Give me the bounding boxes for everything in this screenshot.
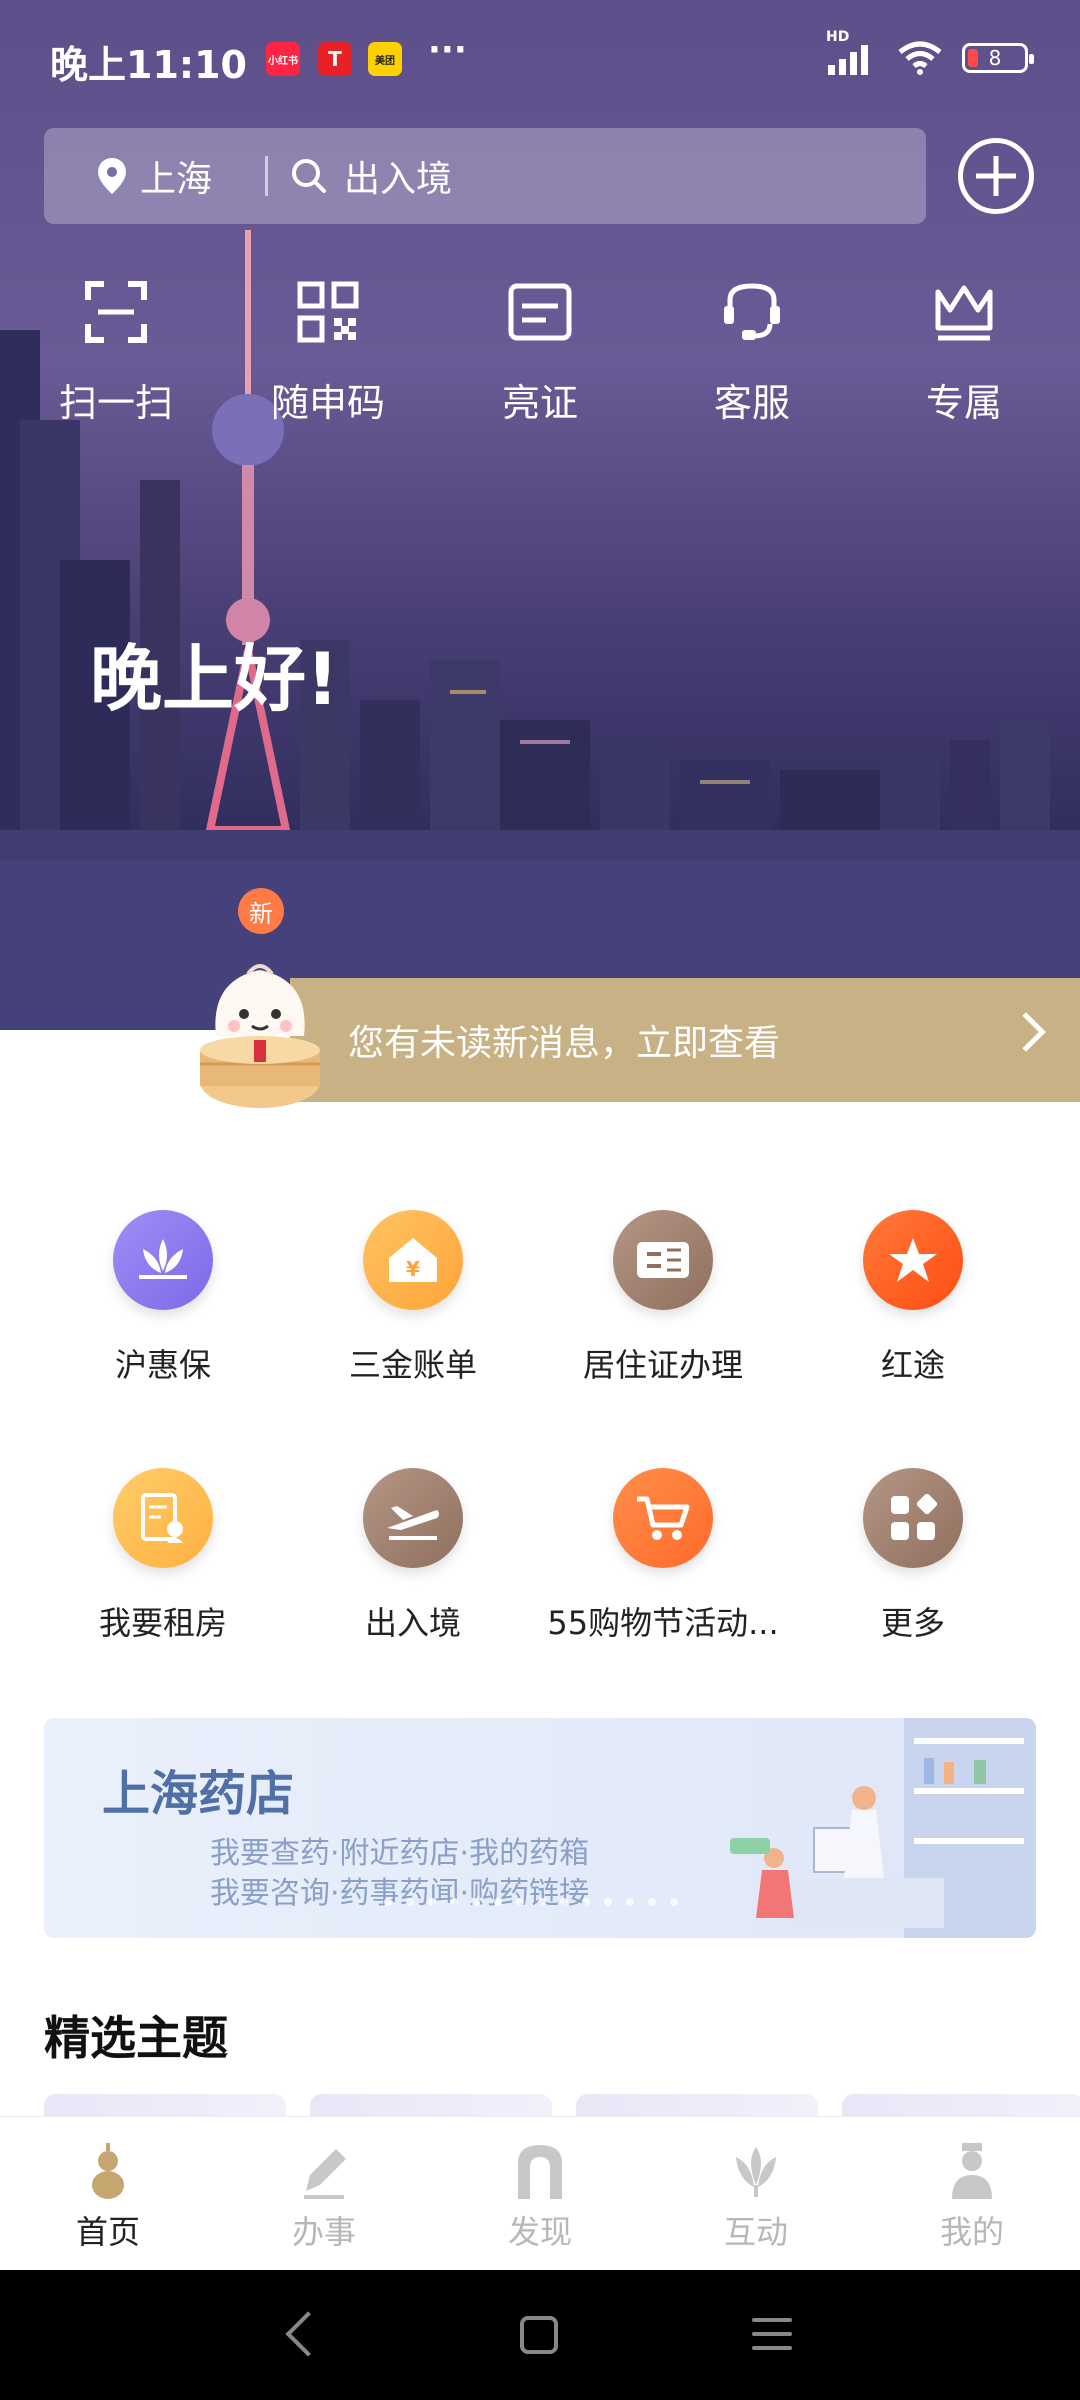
featured-topic-cards [44, 2094, 1080, 2134]
carousel-dots [384, 1898, 678, 1906]
rent-document-icon [113, 1468, 213, 1568]
quick-action-exclusive[interactable]: 专属 [884, 280, 1044, 427]
search-input[interactable]: 出入境 [290, 150, 452, 202]
location-pin-icon [98, 158, 126, 194]
back-icon[interactable] [285, 2311, 331, 2357]
quick-action-label: 专属 [925, 381, 1002, 425]
signal-icon: HD [826, 29, 878, 75]
service-shopping-festival[interactable]: 55购物节活动... [538, 1468, 788, 1726]
service-grid: 沪惠保 ¥ 三金账单 居住证办理 红途 我要租房 出入境 55购物节活动... … [0, 1210, 1080, 1726]
quick-action-label: 扫一扫 [58, 381, 173, 425]
system-navigation-bar [0, 2270, 1080, 2400]
service-more[interactable]: 更多 [788, 1468, 1038, 1726]
service-label: 居住证办理 [582, 1346, 743, 1384]
search-icon [292, 159, 326, 193]
mascot-bun-icon [200, 964, 320, 1108]
network-type: HD [826, 29, 850, 45]
crown-icon [935, 285, 993, 341]
tab-home[interactable]: 首页 [8, 2117, 208, 2270]
xiaohongshu-icon: 小红书 [266, 42, 300, 76]
add-button[interactable] [958, 138, 1034, 214]
quick-action-label: 亮证 [501, 381, 578, 425]
tab-label: 首页 [75, 2213, 140, 2251]
pharmacy-illustration [730, 1718, 1036, 1938]
more-notifications-icon: ··· [428, 30, 467, 70]
service-label: 红途 [880, 1346, 945, 1384]
service-huhuibao[interactable]: 沪惠保 [38, 1210, 288, 1468]
home-icon[interactable] [520, 2316, 558, 2354]
magnolia-icon [736, 2147, 776, 2197]
status-time: 晚上11:10 [50, 43, 247, 87]
greeting-text: 晚上好! [90, 637, 339, 721]
recent-apps-icon[interactable] [752, 2318, 792, 2360]
service-residence-permit[interactable]: 居住证办理 [538, 1210, 788, 1468]
battery-icon: 8 [962, 43, 1034, 73]
id-card-icon [508, 283, 572, 341]
gourd-icon [92, 2143, 124, 2199]
quick-action-scan[interactable]: 扫一扫 [36, 280, 196, 427]
tab-label: 办事 [291, 2213, 356, 2251]
unread-message-banner[interactable]: 您有未读新消息，立即查看 [290, 978, 1080, 1102]
chevron-right-icon [1006, 1012, 1046, 1052]
lotus-icon [113, 1210, 213, 1310]
service-label: 出入境 [364, 1604, 461, 1642]
service-exit-entry[interactable]: 出入境 [288, 1468, 538, 1726]
residence-card-icon [613, 1210, 713, 1310]
pen-icon [304, 2149, 346, 2199]
status-bar: 晚上11:10 小红书 T 美团 ··· HD 8 [0, 0, 1080, 120]
tab-mine[interactable]: 我的 [872, 2117, 1072, 2270]
more-grid-icon [863, 1468, 963, 1568]
service-label: 55购物节活动... [547, 1604, 779, 1642]
quick-action-label: 随申码 [270, 381, 385, 425]
tab-label: 我的 [939, 2213, 1004, 2251]
svg-text:¥: ¥ [406, 1257, 420, 1281]
city-selector[interactable]: 上海 [44, 150, 249, 202]
service-label: 我要租房 [98, 1604, 227, 1642]
banner-title: 上海药店 [102, 1766, 295, 1822]
star-icon [863, 1210, 963, 1310]
person-icon [952, 2143, 992, 2199]
search-divider [265, 156, 268, 196]
meituan-icon: 美团 [368, 42, 402, 76]
tab-label: 发现 [507, 2213, 572, 2251]
search-placeholder: 出入境 [344, 159, 453, 200]
qr-code-icon [297, 281, 359, 343]
house-yuan-icon: ¥ [363, 1210, 463, 1310]
banner-line-1: 我要查药·附近药店·我的药箱 [210, 1836, 590, 1871]
tab-services[interactable]: 办事 [224, 2117, 424, 2270]
service-label: 三金账单 [348, 1346, 477, 1384]
quick-action-service[interactable]: 客服 [672, 280, 832, 427]
quick-actions: 扫一扫 随申码 亮证 客服 专属 [0, 280, 1080, 427]
featured-topics-title: 精选主题 [44, 2011, 228, 2065]
quick-action-id[interactable]: 亮证 [460, 280, 620, 427]
service-rent-house[interactable]: 我要租房 [38, 1468, 288, 1726]
wifi-icon [898, 41, 942, 75]
bottom-tab-bar: 首页 办事 发现 互动 我的 [0, 2116, 1080, 2270]
tab-discover[interactable]: 发现 [440, 2117, 640, 2270]
arch-icon [518, 2145, 562, 2199]
customer-service-icon [724, 283, 780, 340]
tab-label: 互动 [723, 2213, 788, 2251]
notification-text: 您有未读新消息，立即查看 [348, 1023, 781, 1064]
search-bar[interactable]: 上海 出入境 [44, 128, 926, 224]
city-label: 上海 [140, 159, 213, 200]
pharmacy-banner[interactable]: 上海药店 我要查药·附近药店·我的药箱 我要咨询·药事药闻·购药链接 [44, 1718, 1036, 1938]
service-label: 更多 [880, 1604, 945, 1642]
service-sanjin-bill[interactable]: ¥ 三金账单 [288, 1210, 538, 1468]
tab-interact[interactable]: 互动 [656, 2117, 856, 2270]
quick-action-qrcode[interactable]: 随申码 [248, 280, 408, 427]
service-hongtu[interactable]: 红途 [788, 1210, 1038, 1468]
cart-icon [613, 1468, 713, 1568]
tesla-icon: T [318, 42, 352, 76]
airplane-icon [363, 1468, 463, 1568]
service-label: 沪惠保 [114, 1346, 211, 1384]
new-badge: 新 [238, 888, 284, 934]
battery-level: 8 [988, 46, 1002, 70]
scan-icon [85, 281, 147, 343]
quick-action-label: 客服 [713, 381, 790, 425]
